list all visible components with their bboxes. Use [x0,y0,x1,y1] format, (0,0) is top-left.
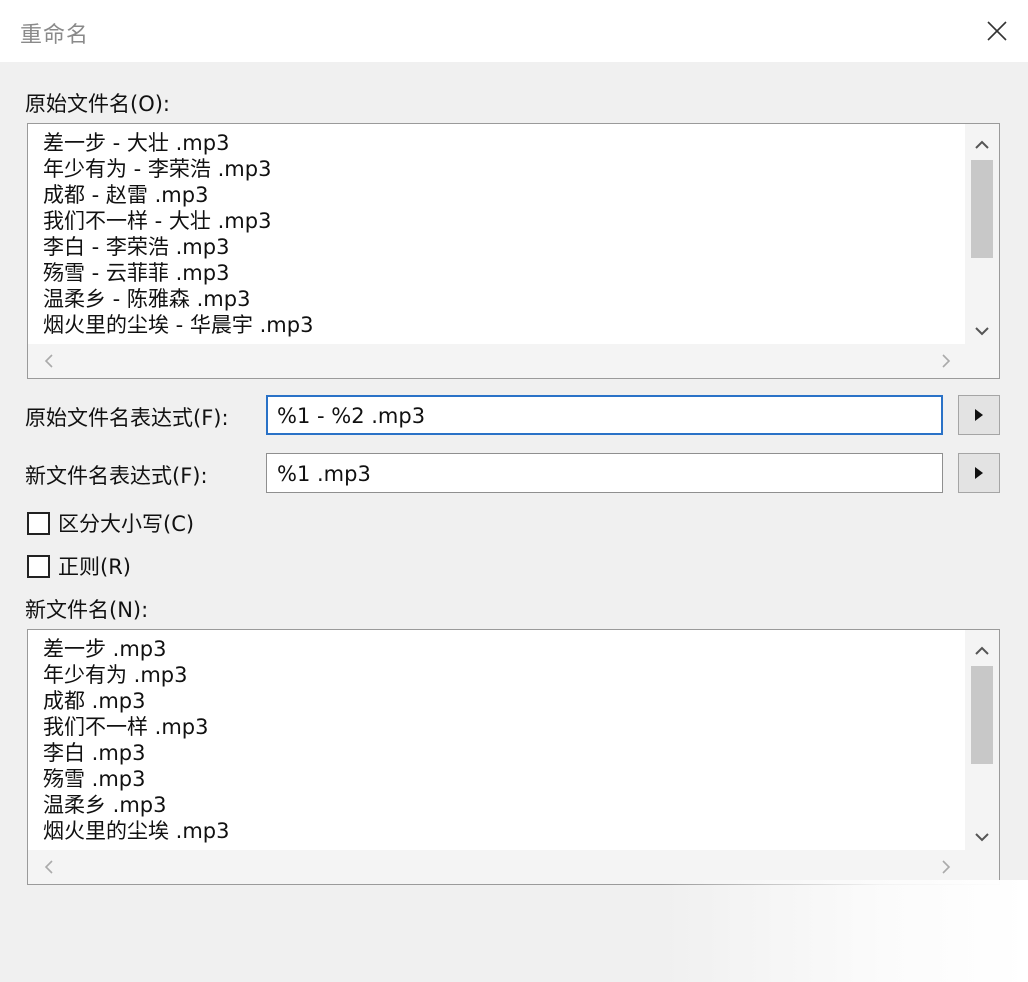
chevron-down-icon [975,833,989,842]
scroll-up-button[interactable] [965,638,999,664]
close-button[interactable] [974,8,1020,54]
scroll-right-button[interactable] [933,344,959,378]
scroll-down-button[interactable] [965,318,999,344]
regex-checkbox[interactable] [27,554,50,578]
new-filenames-label: 新文件名(N): [25,598,149,622]
list-item[interactable]: 烟火里的尘埃 .mp3 [43,818,959,844]
original-expression-input[interactable]: %1 - %2 .mp3 [266,395,943,435]
list-item[interactable]: 殇雪 - 云菲菲 .mp3 [43,260,959,286]
title-bar: 重命名 [0,0,1028,62]
scroll-up-button[interactable] [965,132,999,158]
original-expression-menu-button[interactable] [958,395,1000,435]
play-triangle-icon [975,467,983,479]
chevron-up-icon [975,140,989,149]
new-expression-menu-button[interactable] [958,453,1000,493]
original-expression-label: 原始文件名表达式(F): [25,406,229,430]
list-item[interactable]: 李白 - 李荣浩 .mp3 [43,234,959,260]
new-expression-input[interactable]: %1 .mp3 [266,453,943,493]
original-filenames-items: 差一步 - 大壮 .mp3 年少有为 - 李荣浩 .mp3 成都 - 赵雷 .m… [43,130,959,338]
vertical-scrollbar[interactable] [965,630,999,850]
close-icon [987,21,1007,41]
new-filenames-items: 差一步 .mp3 年少有为 .mp3 成都 .mp3 我们不一样 .mp3 李白… [43,636,959,844]
list-item[interactable]: 差一步 - 大壮 .mp3 [43,130,959,156]
scroll-left-button[interactable] [36,850,62,884]
list-item[interactable]: 烟火里的尘埃 - 华晨宇 .mp3 [43,312,959,338]
list-item[interactable]: 殇雪 .mp3 [43,766,959,792]
chevron-up-icon [975,646,989,655]
list-item[interactable]: 成都 .mp3 [43,688,959,714]
list-item[interactable]: 成都 - 赵雷 .mp3 [43,182,959,208]
list-item[interactable]: 差一步 .mp3 [43,636,959,662]
scroll-left-button[interactable] [36,344,62,378]
case-sensitive-label: 区分大小写(C) [58,512,195,536]
scrollbar-thumb[interactable] [971,160,993,258]
original-filenames-list[interactable]: 差一步 - 大壮 .mp3 年少有为 - 李荣浩 .mp3 成都 - 赵雷 .m… [27,123,1000,379]
list-item[interactable]: 我们不一样 - 大壮 .mp3 [43,208,959,234]
window-title: 重命名 [20,23,90,48]
case-sensitive-option[interactable]: 区分大小写(C) [27,509,194,537]
list-item[interactable]: 李白 .mp3 [43,740,959,766]
list-item[interactable]: 温柔乡 .mp3 [43,792,959,818]
list-item[interactable]: 年少有为 - 李荣浩 .mp3 [43,156,959,182]
rename-dialog: 重命名 原始文件名(O): 差一步 - 大壮 .mp3 年少有为 - 李荣浩 .… [0,0,1028,982]
chevron-left-icon [44,860,53,874]
horizontal-scrollbar[interactable] [28,850,965,884]
regex-option[interactable]: 正则(R) [27,552,131,580]
chevron-down-icon [975,327,989,336]
scrollbar-corner [965,850,999,884]
play-triangle-icon [975,409,983,421]
list-item[interactable]: 温柔乡 - 陈雅森 .mp3 [43,286,959,312]
chevron-right-icon [942,860,951,874]
new-expression-label: 新文件名表达式(F): [25,464,208,488]
scrollbar-corner [965,344,999,378]
list-item[interactable]: 我们不一样 .mp3 [43,714,959,740]
new-filenames-list[interactable]: 差一步 .mp3 年少有为 .mp3 成都 .mp3 我们不一样 .mp3 李白… [27,629,1000,885]
chevron-left-icon [44,354,53,368]
scroll-right-button[interactable] [933,850,959,884]
horizontal-scrollbar[interactable] [28,344,965,378]
regex-label: 正则(R) [58,555,131,579]
list-item[interactable]: 年少有为 .mp3 [43,662,959,688]
bottom-right-fade [660,880,1028,982]
vertical-scrollbar[interactable] [965,124,999,344]
original-filenames-label: 原始文件名(O): [25,92,170,116]
case-sensitive-checkbox[interactable] [27,511,50,535]
chevron-right-icon [942,354,951,368]
scrollbar-thumb[interactable] [971,666,993,764]
scroll-down-button[interactable] [965,824,999,850]
